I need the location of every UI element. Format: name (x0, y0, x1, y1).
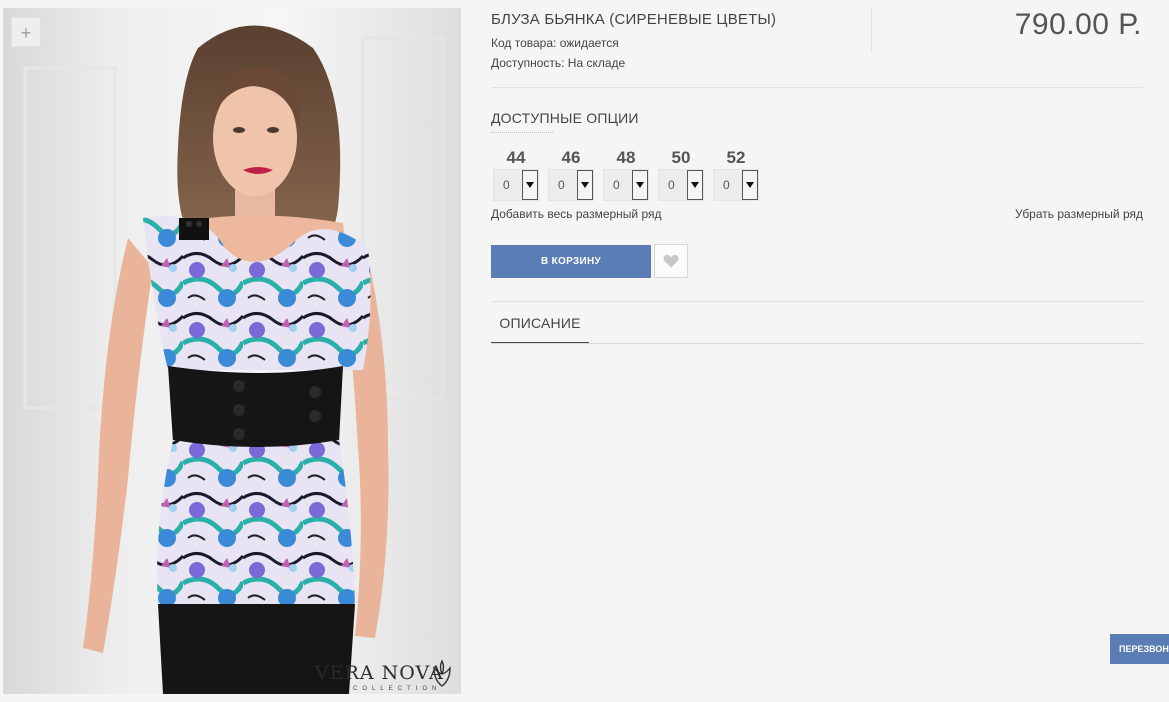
product-page: + VERA NOVA COLLECTION БЛУЗА БЬЯНКА (СИР… (0, 0, 1169, 702)
zoom-button[interactable]: + (11, 17, 41, 47)
options-title: ДОСТУПНЫЕ ОПЦИИ (491, 110, 639, 133)
product-price: 790.00 Р. (1014, 8, 1142, 41)
size-label: 52 (726, 148, 746, 167)
product-code: Код товара: ожидается (491, 36, 619, 50)
size-option-46: 46 0 (548, 148, 596, 201)
add-size-row-link[interactable]: Добавить весь размерный ряд (491, 207, 662, 221)
product-image[interactable]: + VERA NOVA COLLECTION (3, 8, 461, 694)
size-quantity-value: 0 (723, 178, 730, 192)
size-quantity-select[interactable]: 0 (658, 169, 704, 201)
size-quantity-value: 0 (558, 178, 565, 192)
size-quantity-value: 0 (503, 178, 510, 192)
size-option-52: 52 0 (713, 148, 761, 201)
dropdown-arrow-icon[interactable] (577, 170, 593, 200)
size-quantity-value: 0 (613, 178, 620, 192)
size-quantity-select[interactable]: 0 (603, 169, 649, 201)
size-label: 50 (671, 148, 691, 167)
size-label: 46 (561, 148, 581, 167)
heart-icon (663, 254, 679, 268)
product-title: БЛУЗА БЬЯНКА (СИРЕНЕВЫЕ ЦВЕТЫ) (491, 11, 777, 28)
product-availability: Доступность: На складе (491, 56, 626, 70)
size-quantity-select[interactable]: 0 (493, 169, 539, 201)
add-to-cart-button[interactable]: В КОРЗИНУ (491, 245, 651, 278)
brand-name: VERA NOVA (315, 662, 444, 684)
size-option-50: 50 0 (658, 148, 706, 201)
brand-subtitle: COLLECTION (353, 686, 442, 692)
remove-size-row-link[interactable]: Убрать размерный ряд (1015, 207, 1143, 221)
size-option-44: 44 0 (493, 148, 541, 201)
dropdown-arrow-icon[interactable] (742, 170, 758, 200)
section-divider (491, 301, 1143, 302)
tulip-icon (433, 660, 451, 687)
size-quantity-value: 0 (668, 178, 675, 192)
product-photo (3, 8, 461, 694)
header-divider (871, 8, 872, 52)
size-quantity-select[interactable]: 0 (548, 169, 594, 201)
size-quantity-select[interactable]: 0 (713, 169, 759, 201)
dropdown-arrow-icon[interactable] (687, 170, 703, 200)
tabs-underline (491, 343, 1143, 344)
wishlist-button[interactable] (654, 244, 688, 278)
size-label: 48 (616, 148, 636, 167)
brand-logo: VERA NOVA COLLECTION (313, 658, 461, 694)
size-option-48: 48 0 (603, 148, 651, 201)
section-divider (491, 87, 1143, 88)
size-label: 44 (506, 148, 526, 167)
tab-description[interactable]: ОПИСАНИЕ (491, 312, 589, 344)
dropdown-arrow-icon[interactable] (632, 170, 648, 200)
callback-button[interactable]: ПЕРЕЗВОН (1110, 634, 1169, 664)
dropdown-arrow-icon[interactable] (522, 170, 538, 200)
